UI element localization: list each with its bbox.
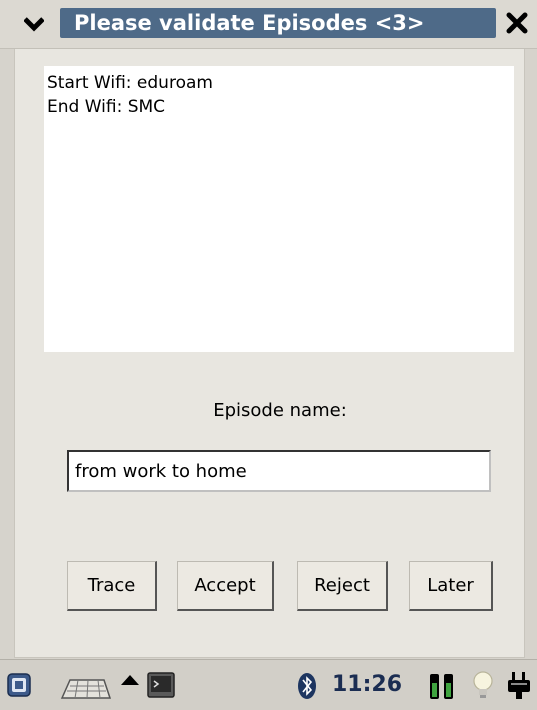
lightbulb-icon[interactable] [472, 670, 494, 702]
episode-name-input[interactable] [67, 450, 491, 492]
bluetooth-icon[interactable] [296, 671, 318, 701]
episode-name-label: Episode name: [213, 400, 347, 421]
taskbar: 11:26 [0, 659, 537, 710]
close-icon[interactable] [505, 11, 529, 35]
clock[interactable]: 11:26 [332, 672, 402, 698]
end-wifi-line: End Wifi: SMC [47, 97, 166, 117]
up-arrow-icon[interactable] [119, 673, 141, 687]
window-title: Please validate Episodes <3> [60, 8, 496, 38]
accept-button[interactable]: Accept [177, 561, 274, 611]
start-wifi-line: Start Wifi: eduroam [47, 73, 213, 93]
later-button[interactable]: Later [409, 561, 493, 611]
battery-icon[interactable] [428, 671, 456, 701]
desktop-icon[interactable] [6, 672, 32, 698]
episode-info-box[interactable]: Start Wifi: eduroam End Wifi: SMC [44, 66, 514, 352]
terminal-icon[interactable] [147, 672, 175, 698]
reject-button[interactable]: Reject [297, 561, 388, 611]
trace-button[interactable]: Trace [67, 561, 157, 611]
title-bar: Please validate Episodes <3> [0, 0, 537, 49]
keyboard-icon[interactable] [58, 672, 112, 700]
chevron-down-icon[interactable] [24, 15, 44, 33]
power-plug-icon[interactable] [506, 669, 536, 701]
